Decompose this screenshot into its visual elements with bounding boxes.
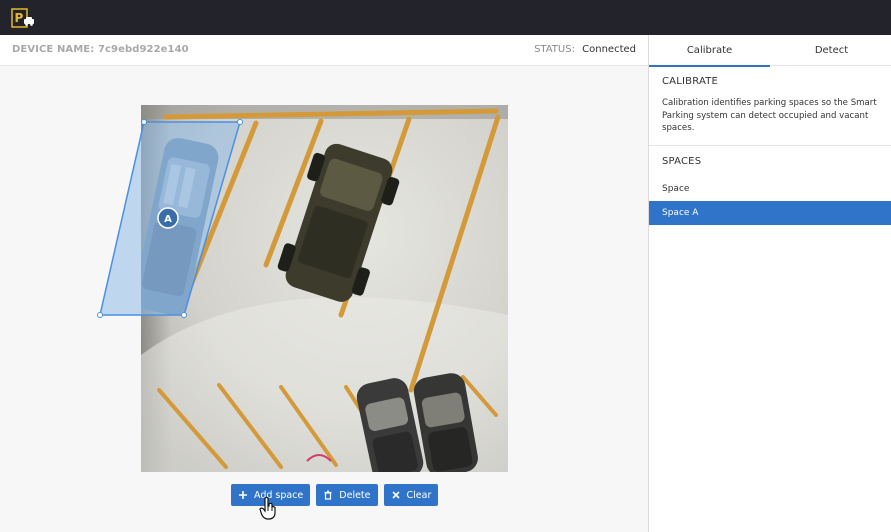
calibrate-title: CALIBRATE — [662, 76, 719, 87]
svg-text:P: P — [15, 11, 24, 25]
delete-label: Delete — [339, 489, 371, 501]
sidebar-tabs: Calibrate Detect — [649, 35, 891, 67]
calibrate-description: Calibration identifies parking spaces so… — [662, 98, 877, 133]
device-name: DEVICE NAME: 7c9ebd922e140 — [12, 44, 189, 55]
hand-cursor-icon — [259, 496, 276, 520]
plus-icon — [238, 490, 248, 500]
device-bar: DEVICE NAME: 7c9ebd922e140 STATUS: Conne… — [0, 35, 648, 66]
status-label: STATUS: — [534, 44, 575, 55]
tab-detect[interactable]: Detect — [771, 35, 891, 66]
tab-calibrate[interactable]: Calibrate — [649, 35, 770, 67]
status-value: Connected — [582, 44, 636, 55]
sidebar: Calibrate Detect CALIBRATE Calibration i… — [648, 35, 891, 532]
section-divider — [649, 145, 891, 146]
delete-button[interactable]: Delete — [316, 484, 378, 506]
clear-label: Clear — [406, 489, 432, 501]
spaces-title: SPACES — [662, 156, 702, 167]
clear-button[interactable]: Clear — [383, 484, 439, 506]
device-status: STATUS: Connected — [534, 44, 636, 55]
top-bar: P — [0, 0, 891, 35]
main-panel: DEVICE NAME: 7c9ebd922e140 STATUS: Conne… — [0, 35, 648, 532]
close-icon — [391, 490, 401, 500]
device-name-label: DEVICE NAME: — [12, 44, 95, 55]
space-list-item[interactable]: Space — [649, 177, 891, 201]
space-list-item-a[interactable]: Space A — [649, 201, 891, 225]
trash-icon — [323, 490, 333, 500]
parking-logo-icon[interactable]: P — [11, 8, 35, 28]
device-name-value: 7c9ebd922e140 — [97, 44, 189, 55]
